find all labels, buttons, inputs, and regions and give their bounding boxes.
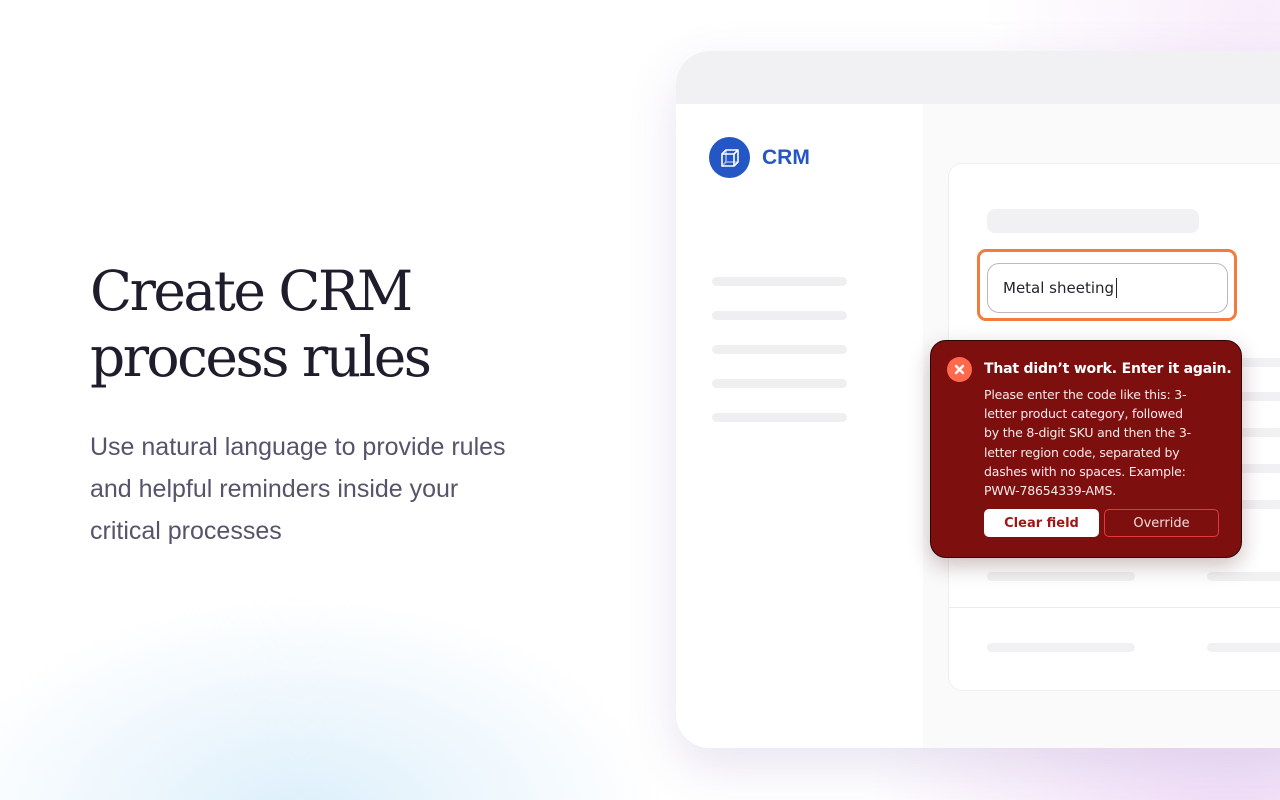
cube-icon bbox=[709, 137, 750, 178]
sidebar-item-placeholder[interactable] bbox=[712, 345, 847, 354]
sidebar-item-placeholder[interactable] bbox=[712, 413, 847, 422]
validation-error-popover: That didn’t work. Enter it again. Please… bbox=[930, 340, 1242, 558]
close-icon bbox=[947, 357, 972, 382]
field-label-placeholder bbox=[987, 209, 1199, 233]
hero: Create CRM process rules Use natural lan… bbox=[90, 258, 590, 552]
error-message-line: dashes with no spaces. Example: bbox=[984, 463, 1186, 479]
row-placeholder bbox=[1239, 392, 1280, 401]
row-placeholder bbox=[987, 572, 1135, 581]
row-placeholder bbox=[1207, 643, 1280, 652]
sidebar-item-placeholder[interactable] bbox=[712, 311, 847, 320]
row-placeholder bbox=[1207, 572, 1280, 581]
text-caret bbox=[1116, 278, 1118, 298]
error-message-line: letter region code, separated by bbox=[984, 444, 1180, 460]
product-code-value: Metal sheeting bbox=[1003, 279, 1115, 297]
row-placeholder bbox=[1239, 358, 1280, 367]
hero-title: Create CRM process rules bbox=[90, 258, 590, 390]
row-divider bbox=[949, 607, 1280, 608]
error-title: That didn’t work. Enter it again. bbox=[984, 361, 1232, 377]
error-message-line: Please enter the code like this: 3- bbox=[984, 387, 1187, 402]
sidebar: CRM bbox=[676, 104, 923, 748]
hero-subtitle-line: critical processes bbox=[90, 517, 282, 545]
product-code-input[interactable]: Metal sheeting bbox=[987, 263, 1228, 313]
sidebar-item-placeholder[interactable] bbox=[712, 277, 847, 286]
row-placeholder bbox=[1239, 428, 1280, 437]
error-message-line: letter product category, followed bbox=[984, 406, 1183, 422]
row-placeholder bbox=[1239, 464, 1280, 473]
hero-subtitle: Use natural language to provide rules an… bbox=[90, 426, 560, 552]
brand[interactable]: CRM bbox=[709, 137, 810, 178]
row-placeholder bbox=[987, 643, 1135, 652]
row-placeholder bbox=[1239, 500, 1280, 509]
hero-subtitle-line: Use natural language to provide rules bbox=[90, 433, 506, 461]
error-message-line: PWW-78654339-AMS. bbox=[984, 483, 1116, 499]
error-message: Please enter the code like this: 3- lett… bbox=[984, 385, 1224, 500]
clear-field-button[interactable]: Clear field bbox=[984, 509, 1099, 537]
override-button[interactable]: Override bbox=[1104, 509, 1219, 537]
brand-name: CRM bbox=[762, 145, 810, 169]
window-titlebar bbox=[676, 51, 1280, 104]
hero-title-line: process rules bbox=[90, 325, 432, 389]
hero-subtitle-line: and helpful reminders inside your bbox=[90, 475, 459, 503]
error-message-line: by the 8-digit SKU and then the 3- bbox=[984, 425, 1191, 441]
sidebar-item-placeholder[interactable] bbox=[712, 379, 847, 388]
hero-title-line: Create CRM bbox=[90, 259, 413, 323]
